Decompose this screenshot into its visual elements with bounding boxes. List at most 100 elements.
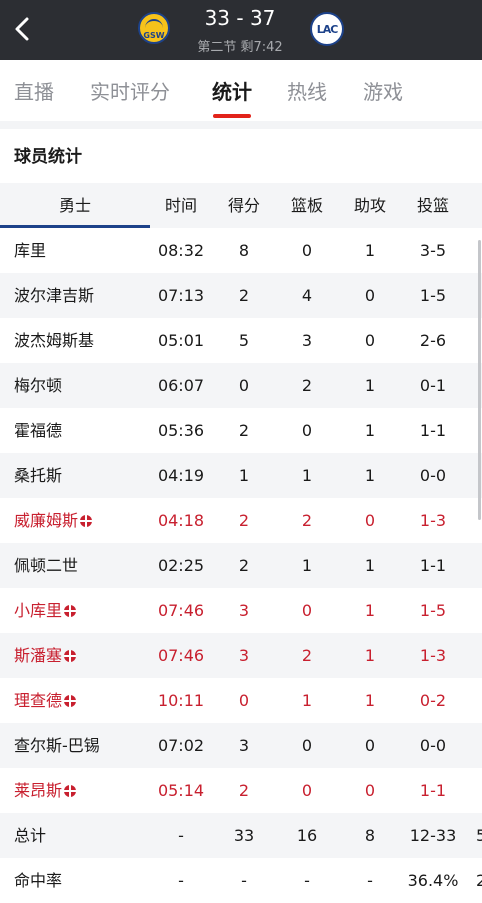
minutes-cell: 08:32 — [157, 241, 205, 260]
player-row[interactable]: 威廉姆斯 04:18 2 2 0 1-3 — [0, 498, 482, 543]
tab-hotline[interactable]: 热线 — [287, 76, 327, 105]
assists-cell: 1 — [364, 421, 376, 440]
field-goals-cell: 1-1 — [419, 781, 447, 800]
assists-cell: 0 — [364, 331, 376, 350]
field-goals-cell: 0-1 — [419, 376, 447, 395]
game-period: 第二节 剩7:42 — [197, 40, 283, 55]
player-row[interactable]: 小库里 07:46 3 0 1 1-5 — [0, 588, 482, 633]
column-header-assists[interactable]: 助攻 — [340, 183, 400, 228]
field-goals-cell: 12-33 — [409, 826, 457, 845]
basketball-icon — [80, 515, 93, 527]
player-row[interactable]: 佩顿二世 02:25 2 1 1 1-1 — [0, 543, 482, 588]
field-goals-cell: 1-3 — [419, 511, 447, 530]
player-row[interactable]: 理查德 10:11 0 1 1 0-2 — [0, 678, 482, 723]
minutes-cell: 07:46 — [157, 646, 205, 665]
rebounds-cell: 3 — [301, 331, 313, 350]
minutes-cell: 10:11 — [157, 691, 205, 710]
player-row[interactable]: 斯潘塞 07:46 3 2 1 1-3 — [0, 633, 482, 678]
player-row[interactable]: 霍福德 05:36 2 0 1 1-1 — [0, 408, 482, 453]
assists-cell: 1 — [364, 466, 376, 485]
rebounds-cell: - — [304, 871, 310, 890]
rebounds-cell: 1 — [301, 556, 313, 575]
rebounds-cell: 4 — [301, 286, 313, 305]
assists-cell: - — [367, 871, 373, 890]
horizontal-scroll-indicator[interactable] — [478, 240, 481, 520]
field-goals-cell: 36.4% — [407, 871, 459, 890]
assists-cell: 1 — [364, 601, 376, 620]
player-row[interactable]: 桑托斯 04:19 1 1 1 0-0 — [0, 453, 482, 498]
column-header-rebounds[interactable]: 篮板 — [277, 183, 337, 228]
rebounds-cell: 0 — [301, 601, 313, 620]
player-name-text: 佩顿二世 — [14, 556, 79, 575]
rebounds-cell: 0 — [301, 736, 313, 755]
active-tab-indicator — [213, 114, 251, 118]
column-header-points[interactable]: 得分 — [214, 183, 274, 228]
player-name-text: 梅尔顿 — [14, 376, 63, 395]
assists-cell: 0 — [364, 781, 376, 800]
player-name: 梅尔顿 — [14, 363, 62, 408]
assists-cell: 8 — [364, 826, 376, 845]
player-row[interactable]: 梅尔顿 06:07 0 2 1 0-1 — [0, 363, 482, 408]
minutes-cell: - — [178, 871, 184, 890]
player-row[interactable]: 波杰姆斯基 05:01 5 3 0 2-6 — [0, 318, 482, 363]
column-header-time[interactable]: 时间 — [150, 183, 212, 228]
player-name: 库里 — [14, 228, 46, 273]
tab-realtime-rating[interactable]: 实时评分 — [90, 76, 170, 105]
rebounds-cell: 2 — [301, 511, 313, 530]
basketball-icon — [64, 695, 77, 707]
minutes-cell: - — [178, 826, 184, 845]
player-name-text: 小库里 — [14, 601, 63, 620]
player-name: 小库里 — [14, 588, 77, 633]
points-cell: 0 — [238, 691, 250, 710]
player-row[interactable]: 库里 08:32 8 0 1 3-5 — [0, 228, 482, 273]
assists-cell: 0 — [364, 286, 376, 305]
points-cell: 5 — [238, 331, 250, 350]
minutes-cell: 02:25 — [157, 556, 205, 575]
player-row[interactable]: 波尔津吉斯 07:13 2 4 0 1-5 — [0, 273, 482, 318]
clippers-logo[interactable]: LAC — [310, 12, 344, 46]
player-name: 威廉姆斯 — [14, 498, 93, 543]
rebounds-cell: 0 — [301, 241, 313, 260]
points-cell: 3 — [238, 736, 250, 755]
player-name: 命中率 — [14, 858, 62, 903]
player-name-text: 理查德 — [14, 691, 63, 710]
section-title: 球员统计 — [14, 147, 82, 167]
chevron-left-icon[interactable] — [10, 14, 36, 44]
rebounds-cell: 0 — [301, 421, 313, 440]
assists-cell: 0 — [364, 511, 376, 530]
total-row: 总计 - 33 16 8 12-33 5 — [0, 813, 482, 858]
rebounds-cell: 1 — [301, 691, 313, 710]
tab-live[interactable]: 直播 — [14, 76, 54, 105]
tab-games[interactable]: 游戏 — [363, 76, 403, 105]
player-row[interactable]: 查尔斯-巴锡 07:02 3 0 0 0-0 — [0, 723, 482, 768]
player-name-text: 库里 — [14, 241, 47, 260]
rebounds-cell: 1 — [301, 466, 313, 485]
home-logo-text: GSW — [143, 31, 165, 40]
player-name-text: 命中率 — [14, 871, 63, 890]
player-name-text: 波尔津吉斯 — [14, 286, 95, 305]
minutes-cell: 05:14 — [157, 781, 205, 800]
player-name: 总计 — [14, 813, 46, 858]
player-name: 查尔斯-巴锡 — [14, 723, 100, 768]
points-cell: 8 — [238, 241, 250, 260]
away-logo-text: LAC — [316, 23, 339, 36]
player-row[interactable]: 莱昂斯 05:14 2 0 0 1-1 — [0, 768, 482, 813]
overflow-column-cell: 2 — [476, 871, 482, 890]
warriors-logo[interactable]: GSW — [138, 12, 170, 44]
minutes-cell: 05:01 — [157, 331, 205, 350]
player-name-text: 斯潘塞 — [14, 646, 63, 665]
assists-cell: 0 — [364, 736, 376, 755]
player-name: 波杰姆斯基 — [14, 318, 94, 363]
tab-bar: 直播 实时评分 统计 热线 游戏 — [0, 60, 482, 120]
assists-cell: 1 — [364, 691, 376, 710]
field-goals-cell: 0-0 — [419, 736, 447, 755]
team-tab-warriors[interactable]: 勇士 — [0, 183, 150, 228]
points-cell: 1 — [238, 466, 250, 485]
column-header-field-goals[interactable]: 投篮 — [402, 183, 464, 228]
minutes-cell: 05:36 — [157, 421, 205, 440]
points-cell: - — [241, 871, 247, 890]
player-name-text: 莱昂斯 — [14, 781, 63, 800]
assists-cell: 1 — [364, 241, 376, 260]
player-name: 斯潘塞 — [14, 633, 77, 678]
tab-stats[interactable]: 统计 — [212, 76, 252, 105]
